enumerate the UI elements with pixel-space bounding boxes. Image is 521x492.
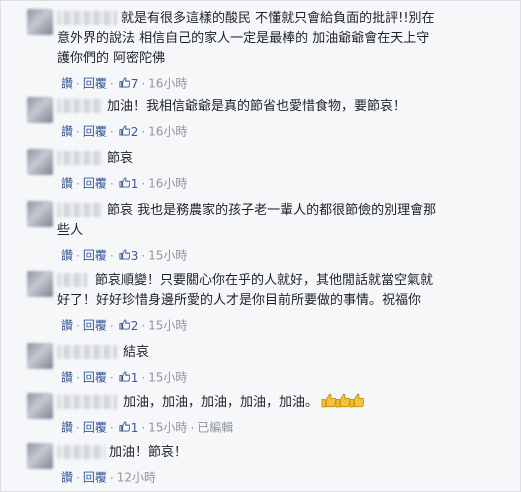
reply-link[interactable]: 回覆 [83, 471, 107, 485]
timestamp[interactable]: 15小時 [148, 371, 187, 385]
like-link[interactable]: 讚 [61, 471, 73, 485]
thumbs-up-icon[interactable] [119, 371, 130, 382]
like-link[interactable]: 讚 [61, 319, 73, 333]
reply-link[interactable]: 回覆 [83, 177, 107, 191]
comment-text: 結哀 [123, 345, 150, 360]
like-count[interactable]: 1 [131, 371, 139, 385]
edited-label[interactable]: 已編輯 [197, 421, 233, 435]
thumbs-up-icon[interactable] [119, 319, 130, 330]
commenter-name[interactable] [57, 345, 117, 359]
thumbs-up-icon [321, 393, 337, 408]
timestamp[interactable]: 16小時 [148, 125, 187, 139]
comment-actions: 讚 · 回覆 · 7 · 16小時 [61, 76, 188, 91]
timestamp[interactable]: 16小時 [148, 177, 187, 191]
like-link[interactable]: 讚 [61, 77, 73, 91]
comment-text: 加油，加油，加油，加油，加油。 [123, 393, 503, 415]
comment-text: 節哀 [107, 151, 134, 166]
like-count[interactable]: 2 [131, 125, 139, 139]
like-link[interactable]: 讚 [61, 177, 73, 191]
comment-text: 就是有很多這樣的酸民 不懂就只會給負面的批評!!別在 意外界的說法 相信自己的家… [57, 11, 435, 66]
commenter-name[interactable] [57, 445, 105, 459]
comments-panel: 就是有很多這樣的酸民 不懂就只會給負面的批評!!別在 意外界的說法 相信自己的家… [0, 0, 521, 492]
avatar[interactable] [27, 201, 53, 227]
like-count[interactable]: 3 [131, 249, 139, 263]
thumbs-up-icon [335, 393, 351, 408]
thumbs-up-icon[interactable] [119, 177, 130, 188]
comment-actions: 讚 · 回覆 · 1 · 16小時 [61, 176, 188, 191]
comment-text: 加油！節哀！ [109, 445, 188, 460]
like-link[interactable]: 讚 [61, 249, 73, 263]
reply-link[interactable]: 回覆 [83, 249, 107, 263]
avatar[interactable] [27, 149, 53, 175]
thumbs-up-emoticons [321, 393, 365, 415]
comment-text: 節哀 我也是務農家的孩子老一輩人的都很節儉的別理會那 些人 [57, 203, 437, 238]
comment-actions: 讚 · 回覆 · 3 · 15小時 [61, 248, 188, 263]
like-count[interactable]: 1 [131, 421, 139, 435]
like-link[interactable]: 讚 [61, 371, 73, 385]
comment-text: 加油！我相信爺爺是真的節省也愛惜食物，要節哀！ [107, 99, 407, 114]
like-count[interactable]: 1 [131, 177, 139, 191]
reply-link[interactable]: 回覆 [83, 319, 107, 333]
thumbs-up-icon [349, 393, 365, 408]
thumbs-up-icon[interactable] [119, 125, 130, 136]
commenter-name[interactable] [57, 99, 101, 113]
like-link[interactable]: 讚 [61, 421, 73, 435]
commenter-name[interactable] [57, 395, 117, 409]
reply-link[interactable]: 回覆 [83, 77, 107, 91]
avatar[interactable] [27, 9, 53, 35]
avatar[interactable] [27, 97, 53, 123]
timestamp[interactable]: 15小時 [148, 319, 187, 333]
comment-actions: 讚 · 回覆 · 1 · 15小時 [61, 370, 188, 385]
thumbs-up-icon[interactable] [119, 421, 130, 432]
avatar[interactable] [27, 271, 53, 297]
reply-link[interactable]: 回覆 [83, 125, 107, 139]
comment-actions: 讚 · 回覆 · 1 · 15小時 · 已編輯 [61, 420, 234, 435]
reply-link[interactable]: 回覆 [83, 421, 107, 435]
comment-actions: 讚 · 回覆 · 2 · 15小時 [61, 318, 188, 333]
avatar[interactable] [27, 443, 53, 469]
like-count[interactable]: 2 [131, 319, 139, 333]
comment-actions: 讚 · 回覆 · 2 · 16小時 [61, 124, 188, 139]
comment-text: 節哀順變！只要關心你在乎的人就好，其他閒話就當空氣就 好了！好好珍惜身邊所愛的人… [57, 273, 434, 308]
avatar[interactable] [27, 343, 53, 369]
timestamp[interactable]: 12小時 [117, 471, 156, 485]
timestamp[interactable]: 16小時 [148, 77, 187, 91]
timestamp[interactable]: 15小時 [148, 249, 187, 263]
comment-actions: 讚 · 回覆 · 12小時 [61, 470, 156, 485]
timestamp[interactable]: 15小時 [148, 421, 187, 435]
thumbs-up-icon[interactable] [119, 77, 130, 88]
like-link[interactable]: 讚 [61, 125, 73, 139]
like-count[interactable]: 7 [131, 77, 139, 91]
commenter-name[interactable] [57, 151, 101, 165]
thumbs-up-icon[interactable] [119, 249, 130, 260]
reply-link[interactable]: 回覆 [83, 371, 107, 385]
avatar[interactable] [27, 393, 53, 419]
